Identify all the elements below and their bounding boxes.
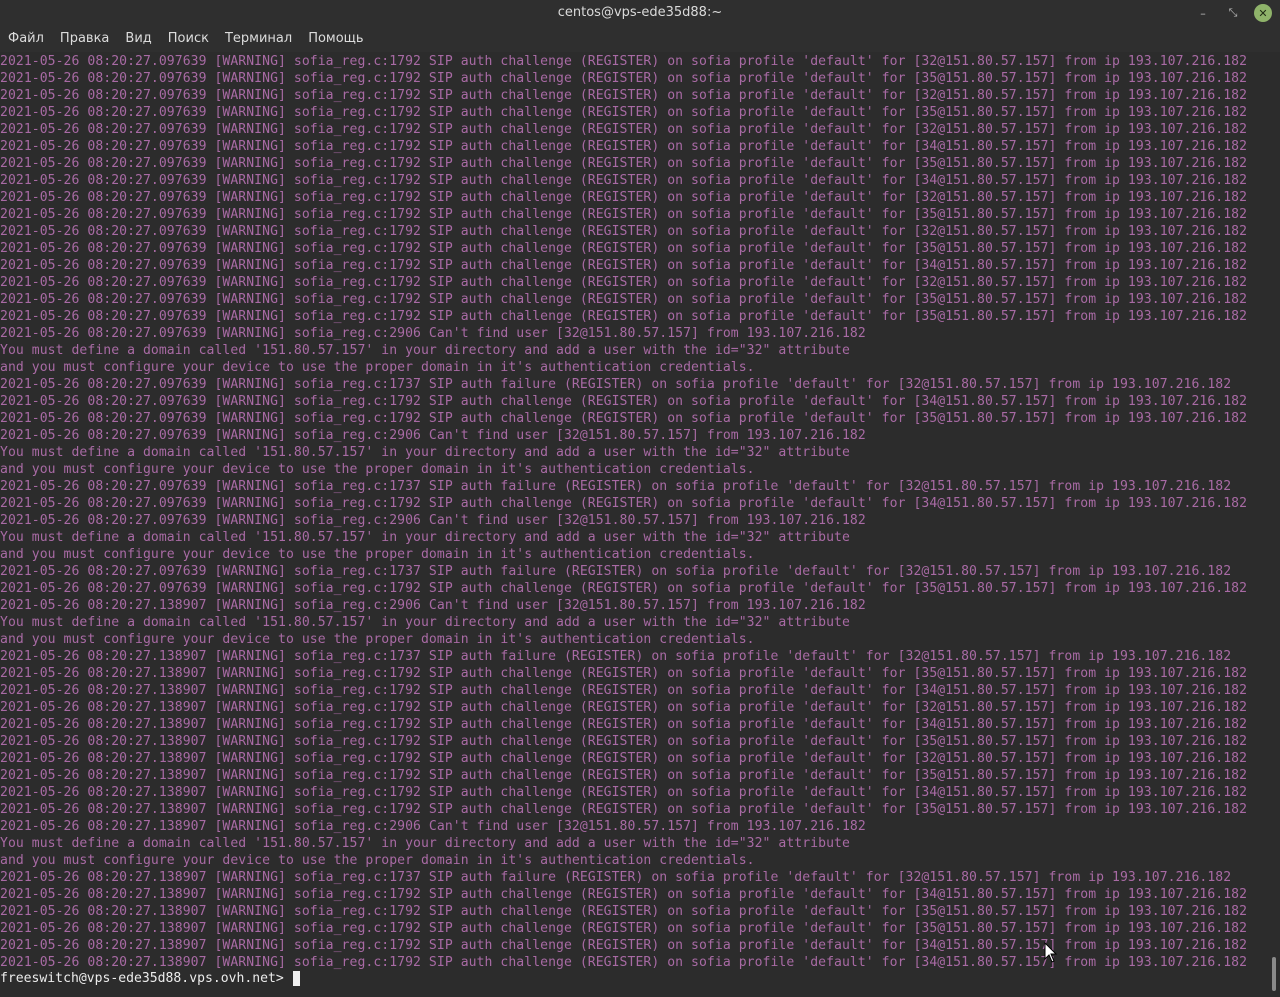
log-line: You must define a domain called '151.80.… [0,615,850,630]
log-line: 2021-05-26 08:20:27.138907 [WARNING] sof… [0,717,1248,732]
log-line: 2021-05-26 08:20:27.138907 [WARNING] sof… [0,802,1248,817]
log-line: 2021-05-26 08:20:27.097639 [WARNING] sof… [0,394,1248,409]
log-line: 2021-05-26 08:20:27.097639 [WARNING] sof… [0,326,866,341]
log-line: 2021-05-26 08:20:27.097639 [WARNING] sof… [0,156,1248,171]
log-line: 2021-05-26 08:20:27.138907 [WARNING] sof… [0,734,1248,749]
log-line: 2021-05-26 08:20:27.097639 [WARNING] sof… [0,428,866,443]
log-line: 2021-05-26 08:20:27.138907 [WARNING] sof… [0,955,1248,970]
log-line: and you must configure your device to us… [0,853,755,868]
log-line: 2021-05-26 08:20:27.138907 [WARNING] sof… [0,887,1248,902]
log-line: 2021-05-26 08:20:27.138907 [WARNING] sof… [0,649,1232,664]
log-line: 2021-05-26 08:20:27.138907 [WARNING] sof… [0,938,1248,953]
menu-file[interactable]: Файл [0,26,52,52]
log-line: 2021-05-26 08:20:27.138907 [WARNING] sof… [0,904,1248,919]
log-line: 2021-05-26 08:20:27.138907 [WARNING] sof… [0,751,1248,766]
minimize-icon[interactable]: – [1194,4,1212,22]
menu-help[interactable]: Помощь [300,26,371,52]
log-line: 2021-05-26 08:20:27.097639 [WARNING] sof… [0,54,1248,69]
log-line: 2021-05-26 08:20:27.138907 [WARNING] sof… [0,598,866,613]
title-bar[interactable]: centos@vps-ede35d88:~ – ⤡ ✕ [0,0,1280,26]
log-line: 2021-05-26 08:20:27.138907 [WARNING] sof… [0,666,1248,681]
terminal-window: centos@vps-ede35d88:~ – ⤡ ✕ Файл Правка … [0,0,1280,997]
scrollbar[interactable] [1268,52,1280,997]
log-line: 2021-05-26 08:20:27.138907 [WARNING] sof… [0,785,1248,800]
log-line: 2021-05-26 08:20:27.097639 [WARNING] sof… [0,275,1248,290]
menu-view[interactable]: Вид [117,26,159,52]
log-line: 2021-05-26 08:20:27.097639 [WARNING] sof… [0,241,1248,256]
log-line: 2021-05-26 08:20:27.097639 [WARNING] sof… [0,513,866,528]
log-line: 2021-05-26 08:20:27.097639 [WARNING] sof… [0,224,1248,239]
log-line: 2021-05-26 08:20:27.097639 [WARNING] sof… [0,207,1248,222]
log-line: You must define a domain called '151.80.… [0,343,850,358]
log-line: 2021-05-26 08:20:27.097639 [WARNING] sof… [0,71,1248,86]
log-line: 2021-05-26 08:20:27.097639 [WARNING] sof… [0,139,1248,154]
log-line: 2021-05-26 08:20:27.097639 [WARNING] sof… [0,411,1248,426]
close-icon[interactable]: ✕ [1254,4,1272,22]
log-line: and you must configure your device to us… [0,462,755,477]
menu-edit[interactable]: Правка [52,26,117,52]
log-line: 2021-05-26 08:20:27.097639 [WARNING] sof… [0,190,1248,205]
log-line: 2021-05-26 08:20:27.097639 [WARNING] sof… [0,564,1232,579]
menu-search[interactable]: Поиск [160,26,217,52]
maximize-icon[interactable]: ⤡ [1224,4,1242,22]
log-line: You must define a domain called '151.80.… [0,836,850,851]
log-line: 2021-05-26 08:20:27.138907 [WARNING] sof… [0,870,1232,885]
log-line: 2021-05-26 08:20:27.138907 [WARNING] sof… [0,819,866,834]
log-line: You must define a domain called '151.80.… [0,530,850,545]
log-line: 2021-05-26 08:20:27.138907 [WARNING] sof… [0,683,1248,698]
log-line: and you must configure your device to us… [0,547,755,562]
log-line: 2021-05-26 08:20:27.138907 [WARNING] sof… [0,700,1248,715]
menu-bar: Файл Правка Вид Поиск Терминал Помощь [0,26,1280,52]
log-line: 2021-05-26 08:20:27.097639 [WARNING] sof… [0,258,1248,273]
log-line: 2021-05-26 08:20:27.097639 [WARNING] sof… [0,88,1248,103]
log-line: 2021-05-26 08:20:27.138907 [WARNING] sof… [0,768,1248,783]
mouse-pointer-icon [1044,942,1058,963]
log-line: 2021-05-26 08:20:27.097639 [WARNING] sof… [0,309,1248,324]
shell-prompt: freeswitch@vps-ede35d88.vps.ovh.net> [0,971,292,986]
log-line: 2021-05-26 08:20:27.097639 [WARNING] sof… [0,581,1248,596]
log-line: 2021-05-26 08:20:27.097639 [WARNING] sof… [0,292,1248,307]
prompt-line[interactable]: freeswitch@vps-ede35d88.vps.ovh.net> [0,970,300,987]
log-line: 2021-05-26 08:20:27.097639 [WARNING] sof… [0,496,1248,511]
log-lines: 2021-05-26 08:20:27.097639 [WARNING] sof… [0,53,1247,971]
menu-terminal[interactable]: Терминал [217,26,300,52]
terminal-output[interactable]: 2021-05-26 08:20:27.097639 [WARNING] sof… [0,52,1268,997]
window-title: centos@vps-ede35d88:~ [557,5,723,20]
log-line: 2021-05-26 08:20:27.097639 [WARNING] sof… [0,173,1248,188]
log-line: 2021-05-26 08:20:27.097639 [WARNING] sof… [0,105,1248,120]
scrollbar-thumb[interactable] [1272,957,1276,991]
log-line: 2021-05-26 08:20:27.097639 [WARNING] sof… [0,377,1232,392]
text-cursor [292,971,300,986]
log-line: 2021-05-26 08:20:27.138907 [WARNING] sof… [0,921,1248,936]
log-line: You must define a domain called '151.80.… [0,445,850,460]
log-line: 2021-05-26 08:20:27.097639 [WARNING] sof… [0,479,1232,494]
log-line: and you must configure your device to us… [0,632,755,647]
log-line: and you must configure your device to us… [0,360,755,375]
log-line: 2021-05-26 08:20:27.097639 [WARNING] sof… [0,122,1248,137]
